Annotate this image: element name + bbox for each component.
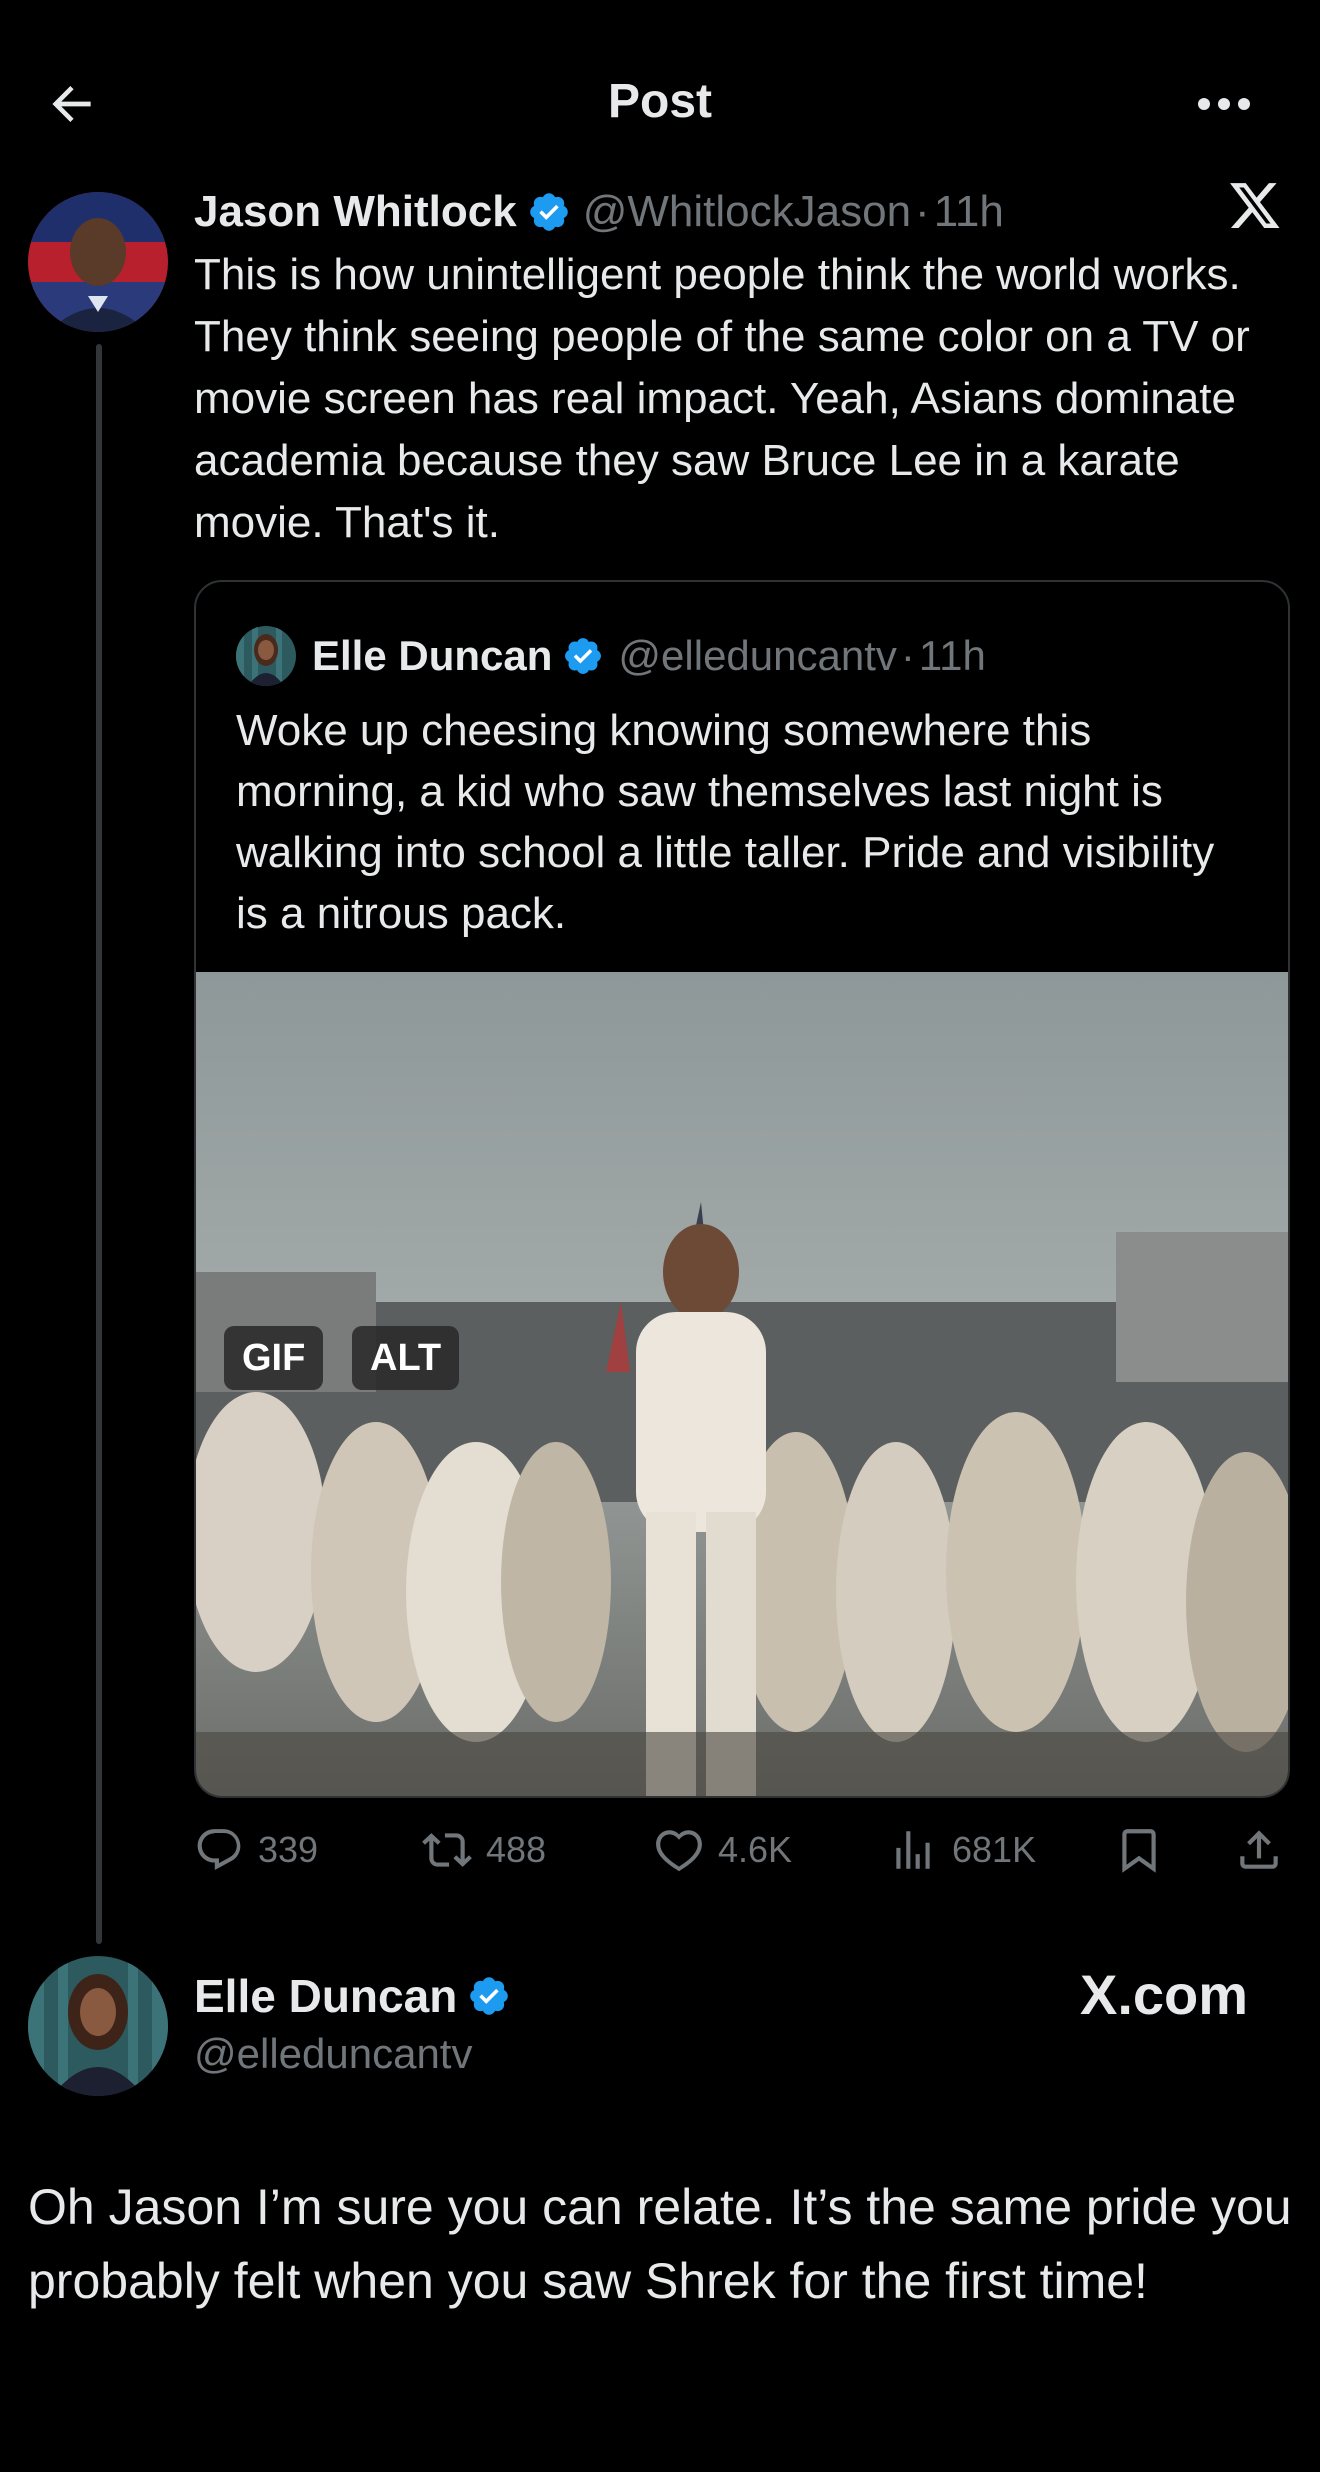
quote-text: Woke up cheesing knowing somewhere this … <box>236 706 1215 938</box>
post-time[interactable]: 11h <box>934 187 1004 237</box>
views-count: 681K <box>952 1829 1037 1870</box>
quote-header: Elle Duncan @elleduncantv · 11h <box>236 626 986 686</box>
reply-button[interactable]: 339 <box>194 1820 318 1880</box>
quoted-post[interactable]: Elle Duncan @elleduncantv · 11h Woke up … <box>194 580 1290 1798</box>
top-bar: Post <box>0 0 1320 200</box>
like-count: 4.6K <box>718 1829 793 1870</box>
reply-author-name[interactable]: Elle Duncan <box>194 1969 457 2023</box>
like-icon <box>656 1830 702 1872</box>
verified-badge-icon <box>562 635 604 677</box>
quote-time: 11h <box>918 632 986 679</box>
verified-badge-icon <box>527 190 571 234</box>
author-handle[interactable]: @WhitlockJason <box>583 187 911 237</box>
views-button[interactable]: 681K <box>888 1820 1036 1880</box>
alt-badge[interactable]: ALT <box>352 1326 460 1390</box>
bookmark-button[interactable] <box>1114 1820 1164 1880</box>
separator: · <box>900 632 915 679</box>
quote-author-name[interactable]: Elle Duncan <box>312 632 552 680</box>
reply-author-handle[interactable]: @elleduncantv <box>194 2030 472 2078</box>
author-name[interactable]: Jason Whitlock <box>194 187 517 237</box>
action-bar: 339 488 4.6K 681K <box>194 1820 1284 1880</box>
reply-author-avatar[interactable] <box>28 1956 168 2096</box>
share-button[interactable] <box>1234 1820 1284 1880</box>
thread-line <box>96 344 102 1944</box>
author-avatar[interactable] <box>28 192 168 332</box>
share-icon <box>1240 1830 1278 1869</box>
views-icon <box>896 1831 930 1869</box>
reply-name-row: Elle Duncan <box>194 1966 511 2026</box>
quote-author-handle[interactable]: @elleduncantv <box>618 632 896 680</box>
post-text: This is how unintelligent people think t… <box>194 250 1250 547</box>
reply-text: Oh Jason I’m sure you can relate. It’s t… <box>28 2179 1292 2309</box>
separator: · <box>915 187 930 236</box>
repost-icon <box>422 1833 472 1867</box>
repost-count: 488 <box>486 1829 547 1870</box>
bookmark-icon <box>1122 1829 1156 1873</box>
more-icon <box>1198 98 1250 110</box>
reply-count: 339 <box>258 1829 319 1870</box>
x-logo-icon[interactable] <box>1228 178 1292 242</box>
reply-icon <box>197 1829 241 1870</box>
post-header: Jason Whitlock @WhitlockJason · 11h <box>194 180 1004 244</box>
quote-author-avatar <box>236 626 296 686</box>
like-button[interactable]: 4.6K <box>654 1820 792 1880</box>
gif-badge: GIF <box>224 1326 324 1390</box>
xcom-watermark: X.com <box>1080 1963 1249 2026</box>
verified-badge-icon <box>467 1974 511 2018</box>
repost-button[interactable]: 488 <box>422 1820 546 1880</box>
more-button[interactable] <box>1184 72 1264 136</box>
page-title: Post <box>607 75 712 128</box>
